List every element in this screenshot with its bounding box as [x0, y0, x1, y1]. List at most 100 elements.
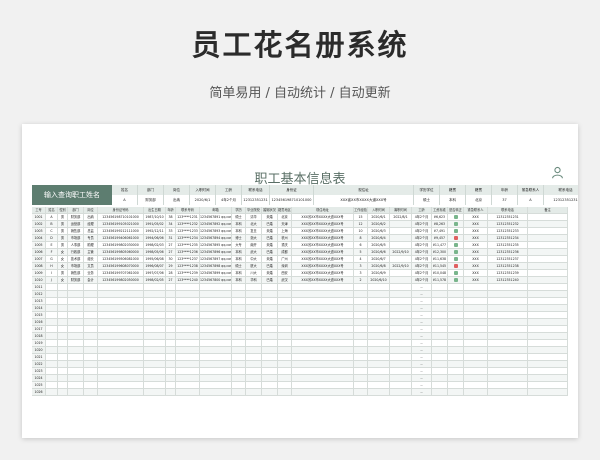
table-cell[interactable]: XXX省XX市XXXX大道XXX号 [292, 242, 354, 249]
table-cell[interactable]: 1995/06/08 [144, 256, 166, 263]
table-cell[interactable]: 123****1232 [176, 221, 200, 228]
table-cell[interactable] [176, 305, 200, 312]
table-cell[interactable]: 1015 [32, 312, 46, 319]
table-cell[interactable] [200, 375, 232, 382]
table-cell[interactable] [46, 312, 58, 319]
table-cell[interactable] [488, 375, 528, 382]
table-cell[interactable] [432, 326, 448, 333]
table-cell[interactable]: 123****1237 [176, 256, 200, 263]
table-cell[interactable] [98, 291, 144, 298]
table-cell[interactable] [432, 368, 448, 375]
table-cell[interactable]: 1991/05/02 [144, 221, 166, 228]
table-cell[interactable] [464, 319, 488, 326]
table-cell[interactable] [58, 284, 68, 291]
table-cell[interactable]: XXX [464, 249, 488, 256]
table-cell[interactable] [200, 305, 232, 312]
table-cell[interactable]: 组长 [84, 256, 98, 263]
table-cell[interactable]: 4年2个月 [412, 277, 432, 284]
table-cell[interactable] [84, 340, 98, 347]
table-cell[interactable]: 运营部 [68, 221, 84, 228]
table-cell[interactable]: 123456199212111000 [98, 228, 144, 235]
table-cell[interactable]: H [46, 263, 58, 270]
table-cell[interactable]: 2022/8/1 [390, 214, 412, 221]
table-cell[interactable]: 4年2个月 [412, 242, 432, 249]
table-cell[interactable] [390, 382, 412, 389]
table-cell[interactable] [448, 375, 464, 382]
table-cell[interactable]: 2020/6/1 [368, 214, 390, 221]
table-cell[interactable] [278, 361, 292, 368]
table-cell[interactable] [432, 312, 448, 319]
table-cell[interactable] [84, 291, 98, 298]
table-cell[interactable] [200, 382, 232, 389]
table-cell[interactable] [246, 368, 262, 375]
table-cell[interactable]: 厦大 [246, 263, 262, 270]
table-cell[interactable]: ¥12,300 [432, 249, 448, 256]
table-cell[interactable]: XXX [464, 263, 488, 270]
table-cell[interactable] [232, 382, 246, 389]
table-cell[interactable]: 女 [58, 263, 68, 270]
table-cell[interactable]: 15 [354, 214, 368, 221]
table-cell[interactable]: 中大 [246, 256, 262, 263]
table-cell[interactable]: ¥11,638 [432, 256, 448, 263]
table-cell[interactable] [144, 333, 166, 340]
table-cell[interactable] [448, 326, 464, 333]
table-cell[interactable] [176, 312, 200, 319]
table-cell[interactable] [528, 382, 568, 389]
table-cell[interactable]: I [46, 270, 58, 277]
table-cell[interactable]: -- [412, 389, 432, 396]
table-cell[interactable]: XXX [464, 256, 488, 263]
table-cell[interactable]: B [46, 221, 58, 228]
table-cell[interactable] [68, 389, 84, 396]
table-cell[interactable] [98, 389, 144, 396]
table-cell[interactable] [68, 375, 84, 382]
table-cell[interactable]: XXX省XX市XXXX大道XXX号 [292, 235, 354, 242]
table-cell[interactable] [200, 361, 232, 368]
table-cell[interactable] [98, 368, 144, 375]
table-cell[interactable] [354, 298, 368, 305]
table-cell[interactable]: 已婚 [262, 249, 278, 256]
table-cell[interactable] [144, 319, 166, 326]
table-cell[interactable]: 1001 [32, 214, 46, 221]
table-cell[interactable]: 1005 [32, 242, 46, 249]
table-cell[interactable]: 1234567898 qq.com [200, 263, 232, 270]
table-cell[interactable]: J [46, 277, 58, 284]
table-cell[interactable]: 38 [166, 214, 176, 221]
table-cell[interactable] [390, 389, 412, 396]
table-cell[interactable]: ¥9,457 [432, 235, 448, 242]
table-cell[interactable]: -- [412, 298, 432, 305]
table-cell[interactable] [464, 298, 488, 305]
table-cell[interactable]: 未婚 [262, 214, 278, 221]
table-cell[interactable]: -- [412, 354, 432, 361]
table-cell[interactable] [232, 347, 246, 354]
table-cell[interactable] [58, 340, 68, 347]
table-cell[interactable] [84, 368, 98, 375]
table-cell[interactable] [448, 298, 464, 305]
table-cell[interactable]: 市场部 [68, 263, 84, 270]
table-cell[interactable]: 123****1239 [176, 270, 200, 277]
table-cell[interactable] [448, 333, 464, 340]
table-cell[interactable]: 男 [58, 214, 68, 221]
table-cell[interactable] [528, 291, 568, 298]
table-cell[interactable] [246, 347, 262, 354]
table-cell[interactable] [84, 333, 98, 340]
table-cell[interactable]: 大专 [232, 242, 246, 249]
table-cell[interactable] [488, 284, 528, 291]
table-cell[interactable] [448, 382, 464, 389]
table-cell[interactable] [232, 326, 246, 333]
table-cell[interactable] [232, 340, 246, 347]
table-cell[interactable]: 1004 [32, 235, 46, 242]
query-field-value[interactable]: 本科 [440, 195, 466, 205]
query-field-value[interactable]: A [112, 195, 138, 205]
table-cell[interactable]: -- [412, 305, 432, 312]
table-cell[interactable]: 2 [354, 277, 368, 284]
query-field-value[interactable]: 4年2个月 [216, 195, 242, 205]
table-cell[interactable]: 5 [354, 249, 368, 256]
table-cell[interactable]: 经理 [84, 221, 98, 228]
table-cell[interactable] [390, 326, 412, 333]
table-cell[interactable]: 12312351240 [488, 277, 528, 284]
table-cell[interactable] [262, 361, 278, 368]
table-cell[interactable]: 1234567893 qq.com [200, 228, 232, 235]
table-cell[interactable]: 业务 [84, 270, 98, 277]
table-cell[interactable]: 123456199608070000 [98, 263, 144, 270]
table-cell[interactable] [166, 368, 176, 375]
